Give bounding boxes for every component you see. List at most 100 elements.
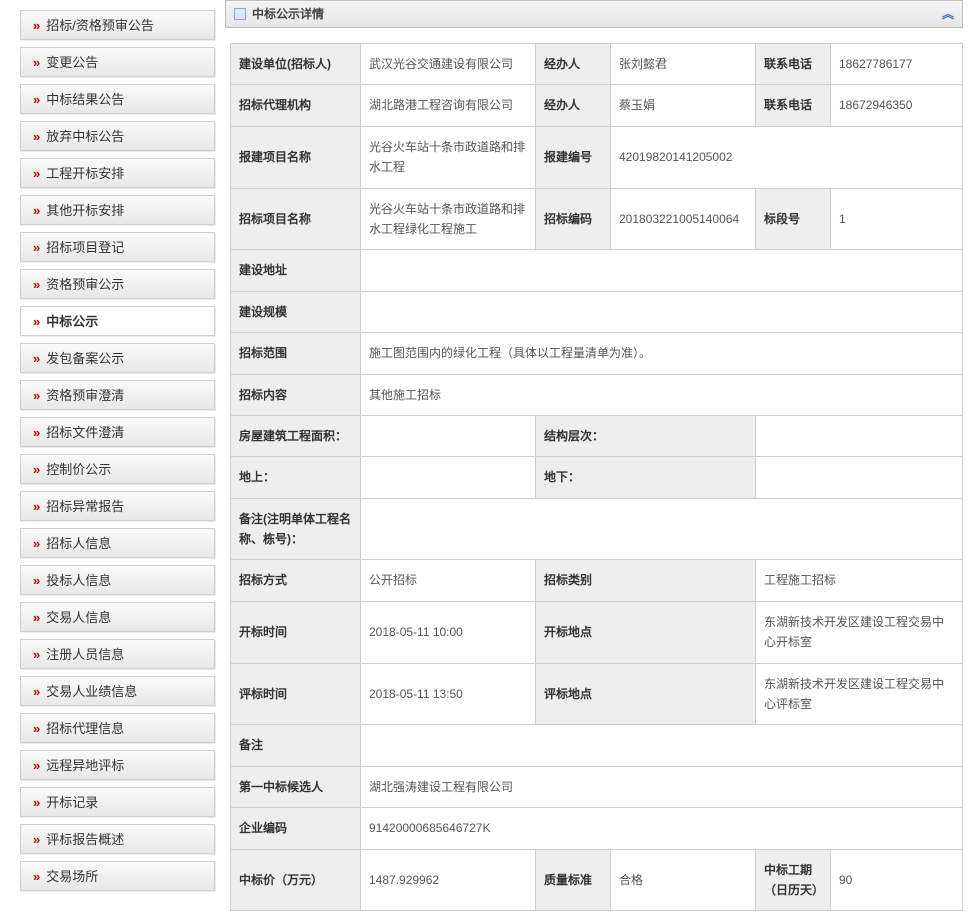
sidebar-item-label: 资格预审澄清 xyxy=(46,388,124,403)
sidebar-item[interactable]: » 中标公示 xyxy=(20,306,215,336)
panel-icon xyxy=(234,8,246,20)
cand1-label: 第一中标候选人 xyxy=(231,766,361,807)
proj-label: 报建项目名称 xyxy=(231,126,361,188)
sidebar-item-label: 其他开标安排 xyxy=(46,203,124,218)
sidebar-item-label: 发包备案公示 xyxy=(46,351,124,366)
proj-value: 光谷火车站十条市政道路和排水工程 xyxy=(361,126,536,188)
eval-time-value: 2018-05-11 13:50 xyxy=(361,663,536,725)
bid-no-label: 招标编码 xyxy=(536,188,611,250)
addr-value xyxy=(361,250,963,291)
chevron-right-icon: » xyxy=(33,55,40,70)
sidebar-item[interactable]: »工程开标安排 xyxy=(20,158,215,188)
note-label: 备注 xyxy=(231,725,361,766)
chevron-right-icon: » xyxy=(33,129,40,144)
owner-value: 武汉光谷交通建设有限公司 xyxy=(361,44,536,85)
panel-header: 中标公示详情 ︽ xyxy=(225,0,963,28)
chevron-right-icon: » xyxy=(33,462,40,477)
chevron-right-icon: » xyxy=(33,573,40,588)
cand1-value: 湖北强涛建设工程有限公司 xyxy=(361,766,963,807)
below-value xyxy=(756,457,963,498)
remark-value xyxy=(361,498,963,560)
sidebar-item-label: 变更公告 xyxy=(46,55,98,70)
price-label: 中标价（万元） xyxy=(231,849,361,911)
agent-tel-value: 18672946350 xyxy=(831,85,963,126)
quality-label: 质量标准 xyxy=(536,849,611,911)
sidebar-item[interactable]: » 资格预审澄清 xyxy=(20,380,215,410)
sidebar-item-label: 评标报告概述 xyxy=(46,832,124,847)
method-label: 招标方式 xyxy=(231,560,361,601)
chevron-right-icon: » xyxy=(33,869,40,884)
chevron-right-icon: » xyxy=(33,684,40,699)
chevron-right-icon: » xyxy=(33,166,40,181)
sidebar-item-label: 招标人信息 xyxy=(46,536,111,551)
area-value xyxy=(361,415,536,456)
duration-value: 90 xyxy=(831,849,963,911)
open-time-value: 2018-05-11 10:00 xyxy=(361,601,536,663)
sidebar-item[interactable]: » 招标项目登记 xyxy=(20,232,215,262)
main-content: 中标公示详情 ︽ 建设单位(招标人) 武汉光谷交通建设有限公司 经办人 张刘懿君… xyxy=(225,0,978,921)
chevron-right-icon: » xyxy=(33,314,40,329)
sidebar-item[interactable]: » 变更公告 xyxy=(20,47,215,77)
floors-value xyxy=(756,415,963,456)
scope-value: 施工图范围内的绿化工程（具体以工程量清单为准）。 xyxy=(361,333,963,374)
cat-value: 工程施工招标 xyxy=(756,560,963,601)
area-label: 房屋建筑工程面积： xyxy=(231,415,361,456)
sidebar-item[interactable]: »放弃中标公告 xyxy=(20,121,215,151)
chevron-right-icon: » xyxy=(33,388,40,403)
corp-code-label: 企业编码 xyxy=(231,808,361,849)
above-label: 地上： xyxy=(231,457,361,498)
owner-tel-label: 联系电话 xyxy=(756,44,831,85)
bid-proj-label: 招标项目名称 xyxy=(231,188,361,250)
content-label: 招标内容 xyxy=(231,374,361,415)
remark-label: 备注(注明单体工程名称、栋号)： xyxy=(231,498,361,560)
sidebar-item-label: 中标公示 xyxy=(46,314,98,329)
sidebar-item[interactable]: » 评标报告概述 xyxy=(20,824,215,854)
sidebar-item[interactable]: »招标代理信息 xyxy=(20,713,215,743)
sidebar-item[interactable]: »资格预审公示 xyxy=(20,269,215,299)
sidebar-item-label: 招标项目登记 xyxy=(46,240,124,255)
sidebar-item-label: 招标文件澄清 xyxy=(46,425,124,440)
eval-time-label: 评标时间 xyxy=(231,663,361,725)
corp-code-value: 91420000685646727K xyxy=(361,808,963,849)
open-time-label: 开标时间 xyxy=(231,601,361,663)
sidebar-item-label: 控制价公示 xyxy=(46,462,111,477)
sidebar-item[interactable]: »招标/资格预审公告 xyxy=(20,10,215,40)
owner-contact-label: 经办人 xyxy=(536,44,611,85)
sidebar-item-label: 交易人业绩信息 xyxy=(46,684,137,699)
panel-title: 中标公示详情 xyxy=(252,0,324,28)
sidebar-item[interactable]: »发包备案公示 xyxy=(20,343,215,373)
sidebar-item[interactable]: »招标人信息 xyxy=(20,528,215,558)
sidebar-item[interactable]: »中标结果公告 xyxy=(20,84,215,114)
method-value: 公开招标 xyxy=(361,560,536,601)
cat-label: 招标类别 xyxy=(536,560,756,601)
chevron-right-icon: » xyxy=(33,240,40,255)
chevron-right-icon: » xyxy=(33,832,40,847)
duration-label: 中标工期（日历天） xyxy=(756,849,831,911)
sidebar-item[interactable]: » 控制价公示 xyxy=(20,454,215,484)
sidebar-item-label: 招标代理信息 xyxy=(46,721,124,736)
sidebar-item[interactable]: » 交易人业绩信息 xyxy=(20,676,215,706)
eval-loc-label: 评标地点 xyxy=(536,663,756,725)
chevron-right-icon: » xyxy=(33,92,40,107)
sidebar-item[interactable]: »交易场所 xyxy=(20,861,215,891)
owner-label: 建设单位(招标人) xyxy=(231,44,361,85)
sidebar-item[interactable]: »招标文件澄清 xyxy=(20,417,215,447)
sidebar-item[interactable]: »投标人信息 xyxy=(20,565,215,595)
chevron-right-icon: » xyxy=(33,610,40,625)
bid-proj-value: 光谷火车站十条市政道路和排水工程绿化工程施工 xyxy=(361,188,536,250)
sidebar-item[interactable]: »注册人员信息 xyxy=(20,639,215,669)
sidebar-item[interactable]: » 交易人信息 xyxy=(20,602,215,632)
note-value xyxy=(361,725,963,766)
sidebar-item[interactable]: »其他开标安排 xyxy=(20,195,215,225)
chevron-right-icon: » xyxy=(33,758,40,773)
section-label: 标段号 xyxy=(756,188,831,250)
sidebar-item[interactable]: »招标异常报告 xyxy=(20,491,215,521)
sidebar-item[interactable]: »开标记录 xyxy=(20,787,215,817)
sidebar-item-label: 交易人信息 xyxy=(46,610,111,625)
content-value: 其他施工招标 xyxy=(361,374,963,415)
bid-no-value: 20180322100514006​4 xyxy=(611,188,756,250)
chevron-right-icon: » xyxy=(33,277,40,292)
collapse-icon[interactable]: ︽ xyxy=(942,0,954,28)
agent-tel-label: 联系电话 xyxy=(756,85,831,126)
sidebar-item[interactable]: »远程异地评标 xyxy=(20,750,215,780)
